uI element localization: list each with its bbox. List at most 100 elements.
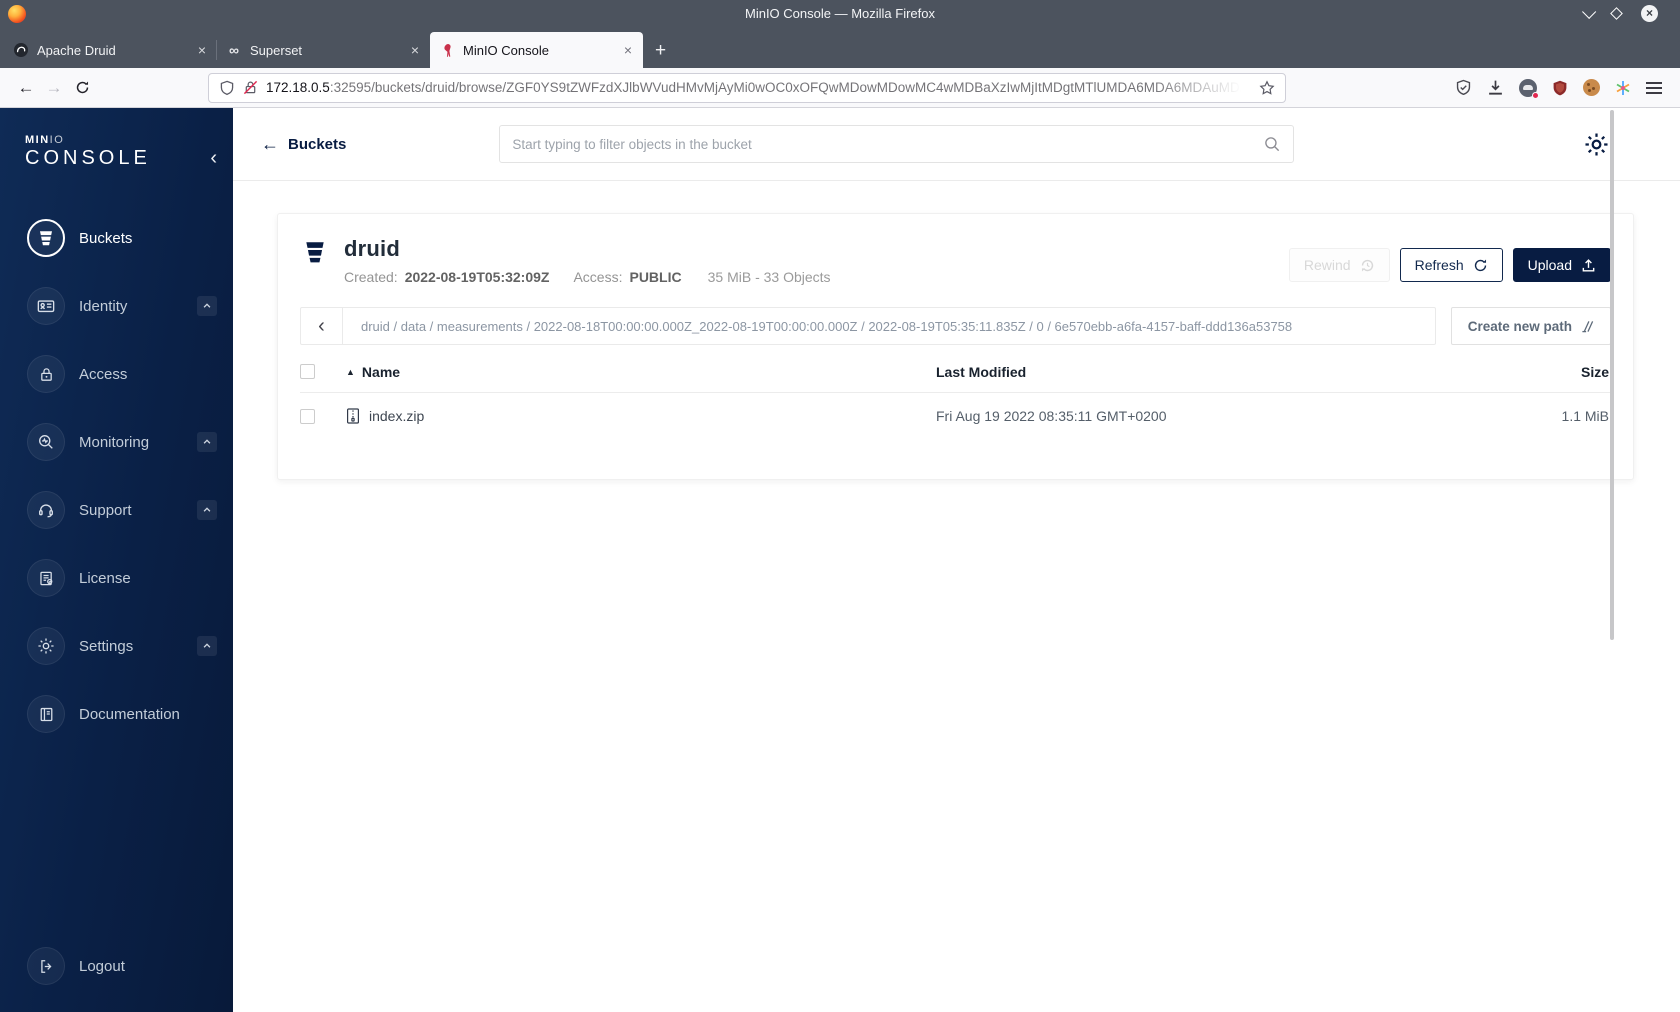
sidebar-item-label: License [79,569,131,587]
bookmark-star-icon[interactable] [1259,79,1275,96]
sidebar-item-logout[interactable]: Logout [27,936,125,996]
back-to-buckets-link[interactable]: ← Buckets [261,135,346,153]
forward-button[interactable]: → [40,74,68,102]
search-input[interactable] [512,136,1264,152]
column-header-last-modified[interactable]: Last Modified [936,364,1481,380]
reload-button[interactable] [68,74,96,102]
tab-superset[interactable]: ∞ Superset × [216,32,430,68]
settings-gear-icon[interactable] [1583,131,1610,158]
created-label: Created: [344,269,398,285]
sidebar-item-buckets[interactable]: Buckets [0,204,233,272]
documentation-book-icon [27,695,65,733]
refresh-icon [1474,259,1486,271]
object-size: 1.1 MiB [1561,408,1609,424]
sidebar-item-label: Monitoring [79,433,150,451]
back-button[interactable]: ← [12,74,40,102]
back-label: Buckets [288,135,347,153]
filter-objects-searchbox[interactable] [499,125,1295,163]
identity-card-icon [27,287,65,325]
upload-button[interactable]: Upload [1512,248,1611,282]
url-text[interactable]: 172.18.0.5:32595/buckets/druid/browse/ZG… [266,80,1251,95]
insecure-lock-icon[interactable] [243,80,258,95]
browser-toolbar: ← → 172.18.0.5:32595/buckets/druid/brows… [0,68,1680,108]
tab-close-icon[interactable]: × [622,42,634,58]
create-path-icon [1582,320,1594,332]
bucket-card: druid Created: 2022-08-19T05:32:09Z Acce… [277,213,1634,480]
select-all-checkbox[interactable] [300,364,315,379]
breadcrumb-bar: ‹ druid / data / measurements / 2022-08-… [300,307,1436,345]
gear-icon [27,627,65,665]
refresh-button[interactable]: Refresh [1399,248,1503,282]
logo-console: CONSOLE [25,147,151,169]
vertical-scrollbar[interactable] [1610,110,1614,640]
minio-logo: MINIO CONSOLE ‹ [0,108,233,170]
downloads-icon[interactable] [1487,79,1504,96]
refresh-label: Refresh [1414,257,1464,273]
sidebar-item-monitoring[interactable]: Monitoring [0,408,233,476]
logout-icon [27,947,65,985]
chevron-up-icon[interactable] [197,636,217,656]
sidebar-item-label: Support [79,501,132,519]
new-tab-button[interactable]: + [643,40,678,68]
row-checkbox[interactable] [300,408,315,424]
menu-hamburger-icon[interactable] [1646,81,1662,94]
monitoring-search-icon [27,423,65,461]
chevron-up-icon[interactable] [197,500,217,520]
table-row[interactable]: index.zip Fri Aug 19 2022 08:35:11 GMT+0… [300,393,1611,439]
window-maximize-button[interactable] [1610,7,1623,20]
access-label: Access: [573,269,623,285]
tab-minio-console[interactable]: MinIO Console × [430,32,643,68]
create-new-path-label: Create new path [1467,318,1572,334]
tracking-shield-icon[interactable] [219,80,235,96]
created-value: 2022-08-19T05:32:09Z [404,269,550,285]
url-domain: 172.18.0.5 [266,80,330,95]
tab-apache-druid[interactable]: Apache Druid × [4,32,217,68]
column-header-name[interactable]: Name [362,364,400,380]
colorful-asterisk-extension-icon[interactable] [1615,80,1631,96]
sidebar-item-label: Logout [79,957,125,975]
sidebar-item-license[interactable]: License [0,544,233,612]
access-value: PUBLIC [629,269,682,285]
tab-close-icon[interactable]: × [409,42,421,58]
rewind-button[interactable]: Rewind [1288,248,1390,282]
window-minimize-button[interactable] [1582,4,1597,19]
bucket-summary-row: druid Created: 2022-08-19T05:32:09Z Acce… [300,214,1611,291]
sidebar-item-settings[interactable]: Settings [0,612,233,680]
search-icon [1265,137,1280,152]
bucket-icon [27,219,65,257]
lock-icon [27,355,65,393]
protections-shield-icon[interactable] [1455,79,1472,96]
rewind-label: Rewind [1303,257,1351,273]
url-bar[interactable]: 172.18.0.5:32595/buckets/druid/browse/ZG… [208,72,1286,103]
minio-sidebar: MINIO CONSOLE ‹ Buckets Identity Access … [0,108,233,1012]
chevron-up-icon[interactable] [197,432,217,452]
tab-close-icon[interactable]: × [196,42,208,58]
sort-ascending-icon[interactable]: ▲ [346,367,355,377]
create-new-path-button[interactable]: Create new path [1450,307,1611,345]
ublock-origin-icon[interactable] [1552,80,1568,96]
sidebar-item-support[interactable]: Support [0,476,233,544]
sidebar-item-label: Access [79,365,128,383]
object-last-modified: Fri Aug 19 2022 08:35:11 GMT+0200 [936,408,1167,424]
sidebar-item-access[interactable]: Access [0,340,233,408]
chevron-up-icon[interactable] [197,296,217,316]
back-arrow-icon: ← [261,134,279,154]
object-name[interactable]: index.zip [369,408,424,424]
url-path: :32595/buckets/druid/browse/ZGF0YS9tZWFz… [329,80,1251,95]
table-header-row: ▲ Name Last Modified Size [300,351,1611,393]
sidebar-collapse-icon[interactable]: ‹ [210,148,217,168]
breadcrumb-path[interactable]: druid / data / measurements / 2022-08-18… [343,319,1310,334]
main-content: ← Buckets druid C [233,108,1680,1012]
window-close-button[interactable]: × [1641,5,1658,22]
bucket-icon [302,239,328,265]
window-titlebar: MinIO Console — Mozilla Firefox × [0,0,1680,27]
logo-min: MIN [25,134,50,146]
sidebar-item-documentation[interactable]: Documentation [0,680,233,748]
column-header-size[interactable]: Size [1481,364,1611,380]
cookie-extension-icon[interactable] [1583,79,1600,96]
path-back-button[interactable]: ‹ [301,308,343,344]
account-containers-icon[interactable] [1519,78,1539,99]
objects-table: ▲ Name Last Modified Size index.zip Fri … [300,351,1611,439]
sidebar-item-label: Documentation [79,705,180,723]
sidebar-item-identity[interactable]: Identity [0,272,233,340]
